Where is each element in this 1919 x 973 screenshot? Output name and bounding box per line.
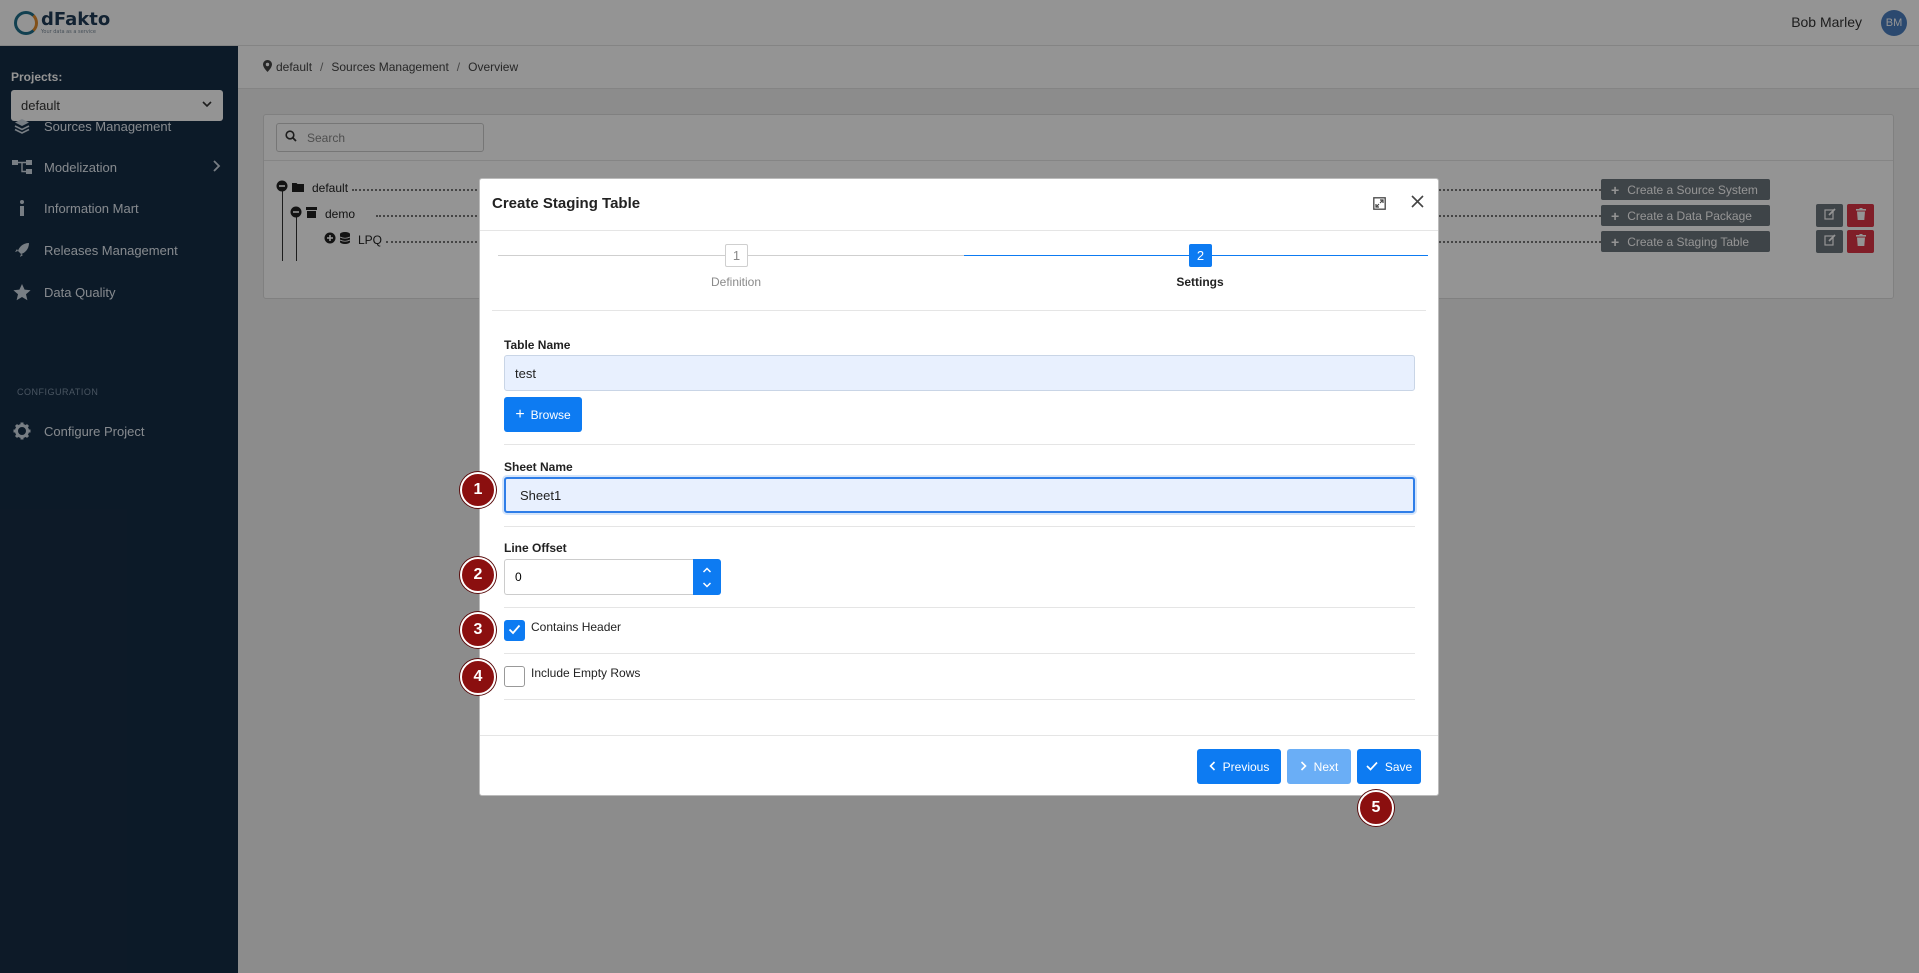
browse-button[interactable]: + Browse — [504, 397, 582, 432]
include-empty-rows-label[interactable]: Include Empty Rows — [531, 666, 640, 680]
step-1-label: Definition — [710, 275, 762, 289]
step-marker-3: 3 — [460, 612, 496, 648]
check-icon — [508, 623, 521, 638]
line-offset-stepper[interactable] — [693, 559, 721, 595]
include-empty-rows-checkbox[interactable] — [504, 666, 525, 687]
maximize-icon[interactable] — [1373, 197, 1386, 213]
plus-icon: + — [515, 405, 525, 423]
step-marker-2: 2 — [460, 557, 496, 593]
table-name-input[interactable] — [504, 355, 1415, 391]
save-button[interactable]: Save — [1357, 749, 1421, 784]
line-offset-input[interactable] — [504, 559, 693, 595]
line-offset-label: Line Offset — [504, 541, 567, 555]
sheet-name-label: Sheet Name — [504, 460, 573, 474]
chevron-up-icon[interactable] — [702, 562, 712, 577]
contains-header-checkbox[interactable] — [504, 620, 525, 641]
table-name-label: Table Name — [504, 338, 571, 352]
step-2-indicator[interactable]: 2 — [1189, 244, 1212, 267]
chevron-right-icon — [1300, 760, 1307, 774]
check-icon — [1366, 760, 1378, 774]
contains-header-label[interactable]: Contains Header — [531, 620, 621, 634]
close-icon[interactable] — [1411, 195, 1424, 211]
step-marker-5: 5 — [1358, 790, 1394, 826]
chevron-left-icon — [1209, 760, 1216, 774]
sheet-name-input[interactable] — [504, 477, 1415, 513]
create-staging-table-modal: Create Staging Table 1 Definition 2 Sett… — [479, 178, 1439, 796]
step-marker-1: 1 — [460, 472, 496, 508]
step-marker-4: 4 — [460, 659, 496, 695]
step-2-label: Settings — [1176, 275, 1224, 289]
next-button[interactable]: Next — [1287, 749, 1351, 784]
modal-title: Create Staging Table — [492, 195, 641, 212]
previous-button[interactable]: Previous — [1197, 749, 1281, 784]
step-1-indicator[interactable]: 1 — [725, 244, 748, 267]
chevron-down-icon[interactable] — [702, 577, 712, 592]
